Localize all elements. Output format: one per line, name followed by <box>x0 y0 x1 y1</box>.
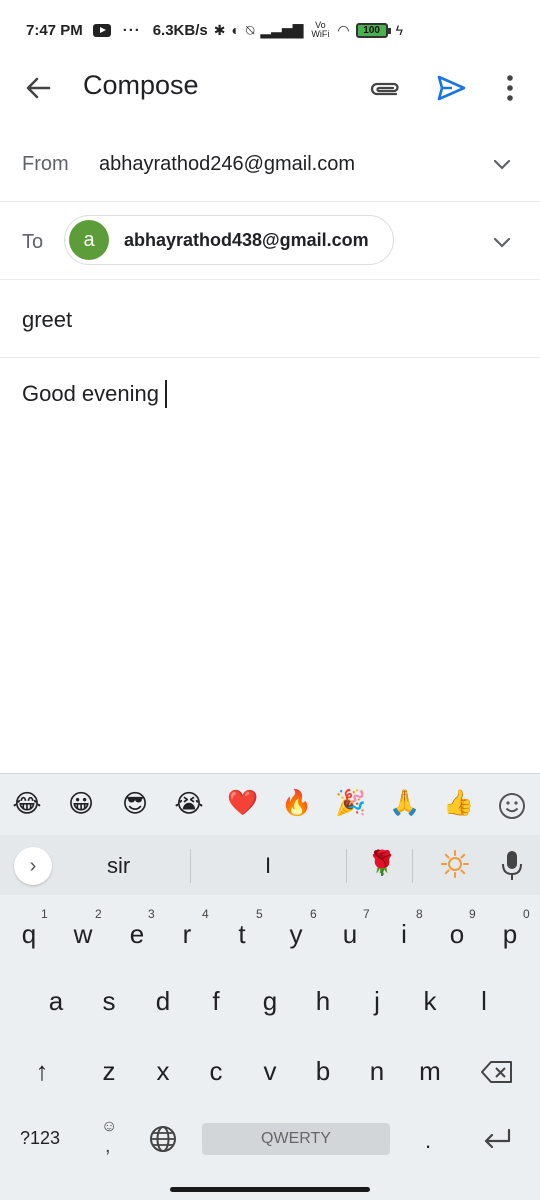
app-bar: Compose <box>0 60 540 116</box>
emoji-key[interactable]: 👍 <box>441 789 477 818</box>
key-g[interactable]: g <box>250 986 290 1017</box>
vowifi-label: Vo WiFi <box>311 20 330 39</box>
key-w[interactable]: w <box>63 919 103 950</box>
chevron-right-icon[interactable]: › <box>14 847 52 885</box>
emoji-picker-icon[interactable] <box>497 791 527 821</box>
bluetooth-icon: ✱ <box>213 21 226 38</box>
key-m[interactable]: m <box>410 1056 450 1087</box>
divider <box>412 849 413 883</box>
key-u[interactable]: u <box>330 919 370 950</box>
navigation-handle[interactable] <box>170 1187 370 1192</box>
key-q[interactable]: q <box>9 919 49 950</box>
key-h[interactable]: h <box>303 986 343 1017</box>
period-key[interactable]: . <box>425 1128 431 1154</box>
emoji-key[interactable]: ❤️ <box>225 789 261 818</box>
back-arrow-icon[interactable] <box>22 72 54 104</box>
key-s[interactable]: s <box>89 986 129 1017</box>
comma-key[interactable]: , <box>105 1135 111 1158</box>
wifi-icon: ◠ <box>337 21 350 38</box>
body-input[interactable]: Good evening <box>22 380 167 408</box>
key-v[interactable]: v <box>250 1056 290 1087</box>
key-k[interactable]: k <box>410 986 450 1017</box>
space-bar[interactable]: QWERTY <box>202 1123 390 1155</box>
more-vert-icon[interactable] <box>497 71 523 105</box>
emoji-key[interactable]: 😂 <box>9 789 45 819</box>
more-notifications-icon: ··· <box>122 21 141 39</box>
suggestion-item[interactable]: sir <box>107 853 130 879</box>
send-icon[interactable] <box>434 71 468 105</box>
status-time: 7:47 PM <box>26 21 83 39</box>
key-p[interactable]: p <box>490 919 530 950</box>
network-speed: 6.3KB/s <box>152 21 208 39</box>
text-cursor <box>165 380 167 408</box>
emoji-key[interactable]: 🙏 <box>387 789 423 818</box>
keyboard: 😂 😀 😎 😭 ❤️ 🔥 🎉 🙏 👍 › sir I 🌹 1 2 3 4 5 6… <box>0 773 540 1200</box>
key-d[interactable]: d <box>143 986 183 1017</box>
key-x[interactable]: x <box>143 1056 183 1087</box>
key-c[interactable]: c <box>196 1056 236 1087</box>
recipient-chip[interactable]: a abhayrathod438@gmail.com <box>64 215 394 265</box>
from-label: From <box>22 153 69 175</box>
emoji-row: 😂 😀 😎 😭 ❤️ 🔥 🎉 🙏 👍 <box>0 773 540 835</box>
key-t[interactable]: t <box>222 919 262 950</box>
key-l[interactable]: l <box>464 986 504 1017</box>
divider <box>190 849 191 883</box>
subject-input[interactable]: greet <box>22 307 72 333</box>
key-i[interactable]: i <box>384 919 424 950</box>
brightness-icon[interactable] <box>440 849 470 879</box>
avatar: a <box>69 220 109 260</box>
charging-icon: ϟ <box>395 22 404 38</box>
emoji-key[interactable]: 😭 <box>171 789 207 819</box>
suggestion-item[interactable]: I <box>265 853 271 879</box>
page-title: Compose <box>83 70 199 100</box>
key-a[interactable]: a <box>36 986 76 1017</box>
globe-icon[interactable] <box>148 1124 178 1154</box>
suggestion-strip: › sir I 🌹 <box>0 835 540 895</box>
key-e[interactable]: e <box>117 919 157 950</box>
enter-icon[interactable] <box>481 1125 513 1153</box>
key-r[interactable]: r <box>167 919 207 950</box>
shift-icon[interactable]: ↑ <box>22 1056 62 1087</box>
toggle-icon: ◐ <box>231 22 240 38</box>
emoji-small-icon[interactable]: ☺ <box>101 1118 117 1136</box>
muted-alarm-icon: ⍉ <box>245 21 255 38</box>
key-z[interactable]: z <box>89 1056 129 1087</box>
to-field[interactable]: To a abhayrathod438@gmail.com <box>0 202 540 280</box>
mic-icon[interactable] <box>500 848 524 882</box>
key-o[interactable]: o <box>437 919 477 950</box>
key-n[interactable]: n <box>357 1056 397 1087</box>
emoji-key[interactable]: 🎉 <box>333 789 369 818</box>
key-b[interactable]: b <box>303 1056 343 1087</box>
signal-icon: ▂▃▅▇ <box>260 21 304 38</box>
divider <box>346 849 347 883</box>
youtube-notification-icon <box>92 23 111 37</box>
battery-icon: 100 <box>355 22 391 38</box>
backspace-icon[interactable] <box>480 1059 514 1085</box>
emoji-key[interactable]: 😀 <box>63 789 99 819</box>
to-label: To <box>22 231 44 253</box>
from-field[interactable]: From abhayrathod246@gmail.com <box>0 126 540 202</box>
recipient-email: abhayrathod438@gmail.com <box>124 229 369 250</box>
chevron-down-icon[interactable] <box>492 232 512 252</box>
subject-field[interactable]: greet <box>0 280 540 358</box>
symbols-key[interactable]: ?123 <box>20 1128 60 1149</box>
key-j[interactable]: j <box>357 986 397 1017</box>
key-f[interactable]: f <box>196 986 236 1017</box>
from-value: abhayrathod246@gmail.com <box>99 153 356 175</box>
emoji-key[interactable]: 🔥 <box>279 789 315 818</box>
suggestion-item[interactable]: 🌹 <box>367 849 397 878</box>
body-text: Good evening <box>22 381 159 406</box>
status-bar: 7:47 PM ··· 6.3KB/s ✱ ◐ ⍉ ▂▃▅▇ Vo WiFi ◠… <box>0 0 540 60</box>
emoji-key[interactable]: 😎 <box>117 789 153 819</box>
chevron-down-icon[interactable] <box>492 154 512 174</box>
key-y[interactable]: y <box>276 919 316 950</box>
attach-icon[interactable] <box>368 73 402 103</box>
